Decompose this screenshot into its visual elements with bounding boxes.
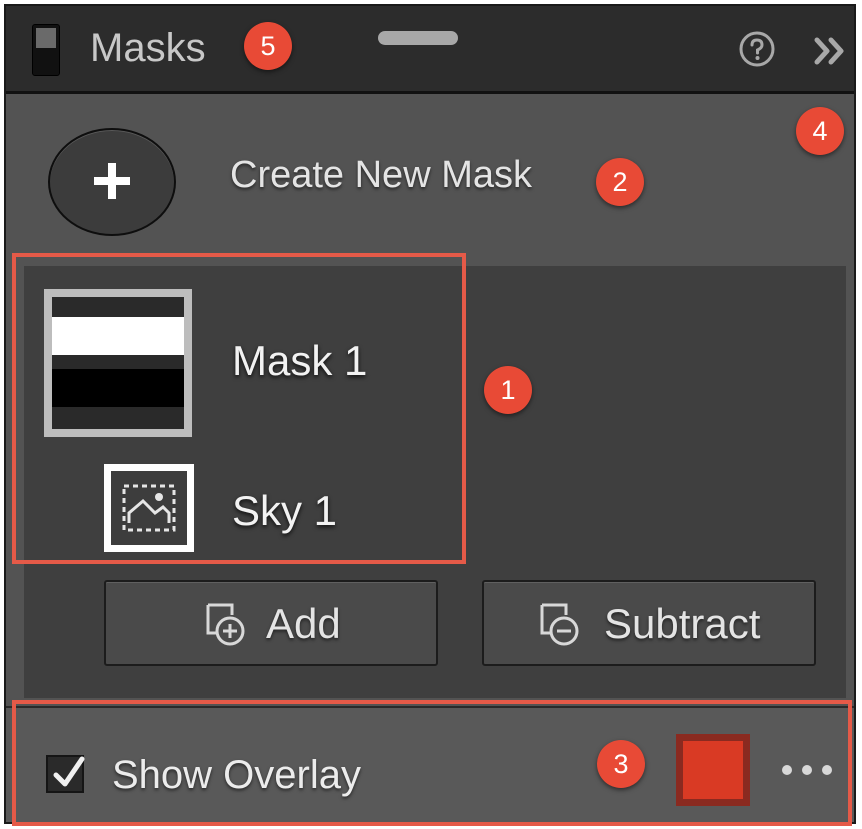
show-overlay-label[interactable]: Show Overlay [112, 750, 361, 800]
panel-title: Masks [90, 26, 206, 70]
callout-badge-1: 1 [484, 366, 532, 414]
sky-1-name[interactable]: Sky 1 [232, 486, 337, 536]
show-overlay-checkbox[interactable] [46, 755, 85, 793]
sky-mask-icon[interactable] [104, 464, 194, 552]
create-new-mask-label[interactable]: Create New Mask [230, 150, 532, 200]
create-new-mask-button[interactable] [48, 128, 176, 236]
callout-badge-2: 2 [596, 158, 644, 206]
mask-add-icon [206, 603, 245, 646]
subtract-button-label: Subtract [604, 600, 761, 647]
more-horizontal-icon[interactable] [780, 760, 834, 780]
double-chevron-right-icon[interactable] [812, 33, 848, 69]
callout-badge-5: 5 [244, 22, 292, 70]
mask-1-thumbnail[interactable] [44, 289, 192, 437]
mask-1-name[interactable]: Mask 1 [232, 336, 367, 386]
panel-header: Masks [6, 6, 854, 94]
plus-icon [94, 163, 130, 199]
add-button[interactable]: Add [104, 580, 438, 666]
overlay-color-swatch[interactable] [676, 734, 750, 806]
help-circle-icon[interactable] [738, 30, 776, 68]
panel-toggle-icon[interactable] [32, 24, 60, 76]
mask-subtract-icon [540, 603, 579, 646]
drag-handle[interactable] [378, 31, 458, 45]
overlay-color-fill [683, 741, 743, 799]
callout-badge-4: 4 [796, 107, 844, 155]
subtract-button[interactable]: Subtract [482, 580, 816, 666]
checkmark-icon [53, 756, 85, 787]
callout-badge-3: 3 [597, 740, 645, 788]
add-button-label: Add [266, 600, 341, 647]
